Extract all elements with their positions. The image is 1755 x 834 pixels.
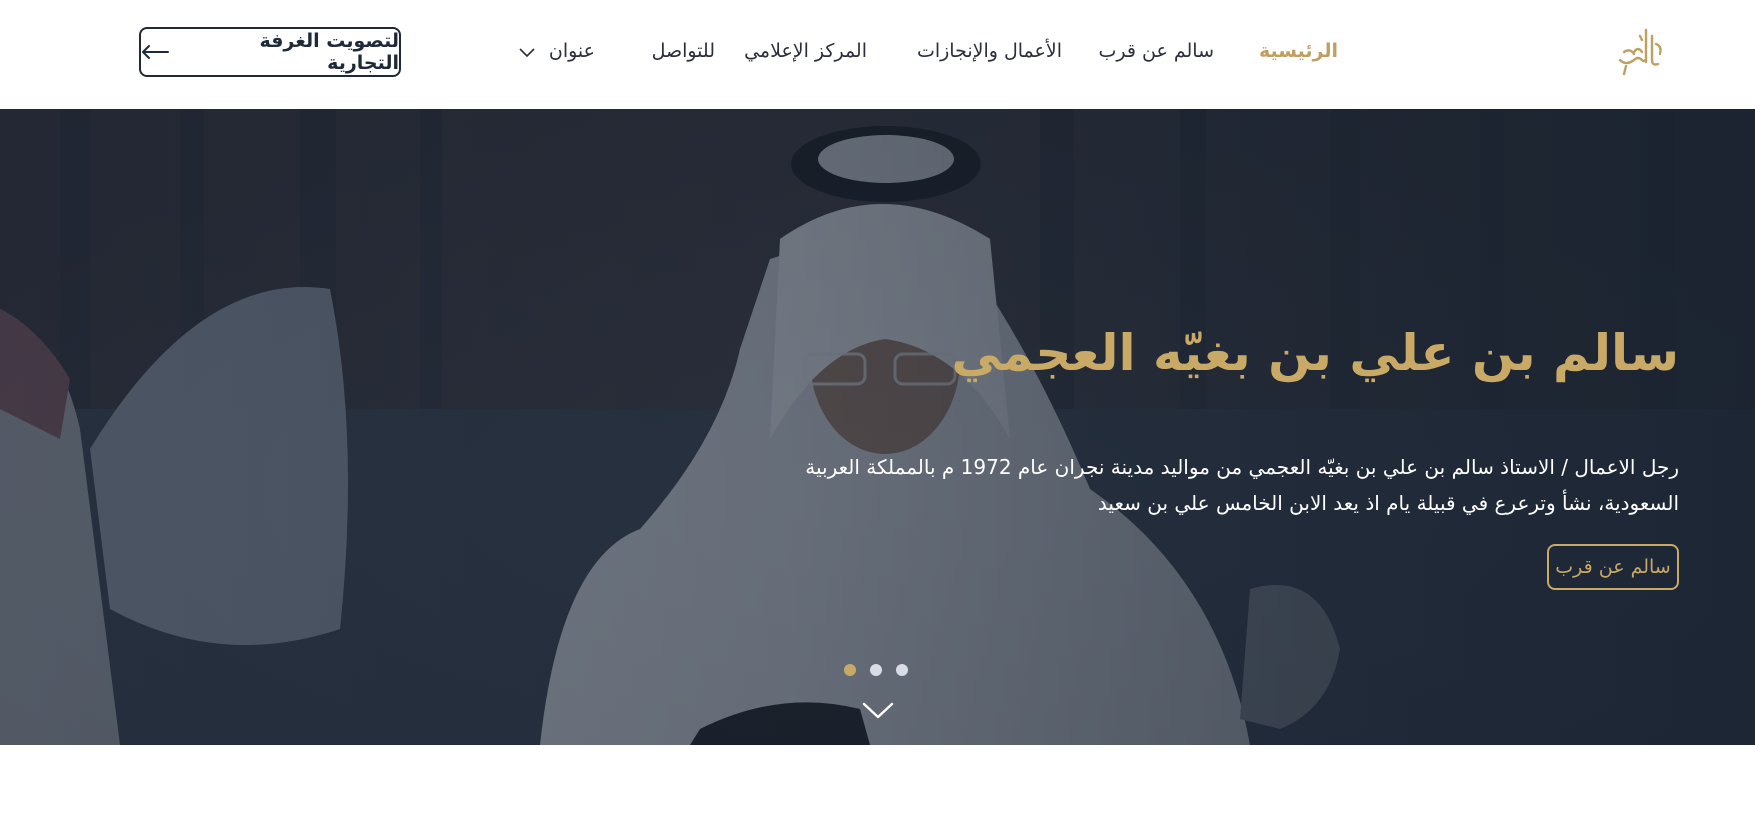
chevron-down-icon (862, 702, 894, 719)
page: الرئيسية سالم عن قرب الأعمال والإنجازات … (0, 0, 1755, 834)
nav-item-about[interactable]: سالم عن قرب (1099, 37, 1214, 65)
hero-slider: سالم بن علي بن بغيّه العجمي رجل الاعمال … (0, 109, 1755, 745)
slider-dot-3[interactable] (896, 664, 908, 676)
chevron-down-icon (519, 38, 535, 66)
hero-title: سالم بن علي بن بغيّه العجمي (951, 324, 1679, 382)
slider-dot-2[interactable] (870, 664, 882, 676)
slider-pagination (844, 664, 916, 676)
nav-item-title-label: عنوان (548, 40, 595, 62)
nav-item-home[interactable]: الرئيسية (1259, 37, 1338, 65)
hero-overlay (0, 109, 1755, 745)
slider-dot-1[interactable] (844, 664, 856, 676)
nav-item-contact[interactable]: للتواصل (652, 37, 715, 65)
vote-chamber-button-label: لتصويت الغرفة التجارية (259, 30, 399, 74)
arrow-left-icon (141, 44, 169, 60)
hero-about-button[interactable]: سالم عن قرب (1547, 544, 1679, 590)
nav-item-works[interactable]: الأعمال والإنجازات (917, 37, 1062, 65)
nav-item-media-center[interactable]: المركز الإعلامي (744, 37, 867, 65)
site-header: الرئيسية سالم عن قرب الأعمال والإنجازات … (0, 0, 1755, 109)
nav-item-title-dropdown[interactable]: عنوان (519, 37, 595, 65)
vote-chamber-button[interactable]: لتصويت الغرفة التجارية (139, 27, 401, 77)
hero-description: رجل الاعمال / الاستاذ سالم بن علي بن بغي… (805, 455, 1679, 515)
scroll-down-button[interactable] (862, 701, 894, 721)
